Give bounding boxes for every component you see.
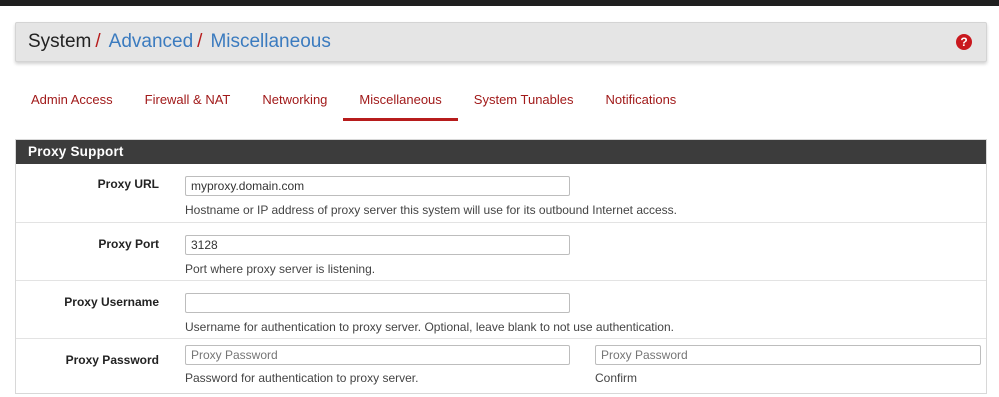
proxy-port-label: Proxy Port (98, 237, 159, 251)
breadcrumb-separator: / (95, 31, 101, 52)
proxy-port-row: Proxy Port Port where proxy server is li… (16, 223, 986, 281)
proxy-password-help: Password for authentication to proxy ser… (185, 371, 419, 385)
tab-networking[interactable]: Networking (246, 84, 343, 121)
proxy-support-panel: Proxy Support Proxy URL Hostname or IP a… (15, 139, 987, 394)
proxy-username-input[interactable] (185, 293, 570, 313)
proxy-port-help: Port where proxy server is listening. (185, 262, 376, 276)
panel-heading: Proxy Support (16, 140, 986, 164)
question-circle-icon[interactable]: ? (956, 34, 972, 50)
proxy-url-row: Proxy URL Hostname or IP address of prox… (16, 164, 986, 223)
proxy-url-input[interactable] (185, 176, 570, 196)
breadcrumb-system: System (28, 31, 92, 52)
breadcrumb-separator: / (197, 31, 203, 52)
proxy-password-confirm-input[interactable] (595, 345, 981, 365)
tab-admin-access[interactable]: Admin Access (15, 84, 129, 121)
proxy-url-label: Proxy URL (97, 177, 159, 191)
proxy-password-row: Proxy Password Password for authenticati… (16, 339, 986, 393)
proxy-password-label: Proxy Password (65, 353, 159, 367)
proxy-password-confirm-help: Confirm (595, 371, 638, 385)
proxy-port-input[interactable] (185, 235, 570, 255)
proxy-username-row: Proxy Username Username for authenticati… (16, 281, 986, 339)
proxy-username-label: Proxy Username (64, 295, 159, 309)
tab-firewall-nat[interactable]: Firewall & NAT (129, 84, 247, 121)
breadcrumb-advanced-link[interactable]: Advanced (109, 31, 194, 53)
breadcrumb-miscellaneous-link[interactable]: Miscellaneous (210, 31, 330, 53)
breadcrumb: System / Advanced / Miscellaneous ? (15, 22, 987, 62)
top-navbar-edge (0, 0, 999, 6)
proxy-password-input[interactable] (185, 345, 570, 365)
tab-system-tunables[interactable]: System Tunables (458, 84, 590, 121)
proxy-url-help: Hostname or IP address of proxy server t… (185, 203, 677, 217)
tab-miscellaneous[interactable]: Miscellaneous (343, 84, 459, 121)
tab-notifications[interactable]: Notifications (590, 84, 693, 121)
proxy-username-help: Username for authentication to proxy ser… (185, 320, 674, 334)
tab-bar: Admin Access Firewall & NAT Networking M… (15, 84, 692, 122)
